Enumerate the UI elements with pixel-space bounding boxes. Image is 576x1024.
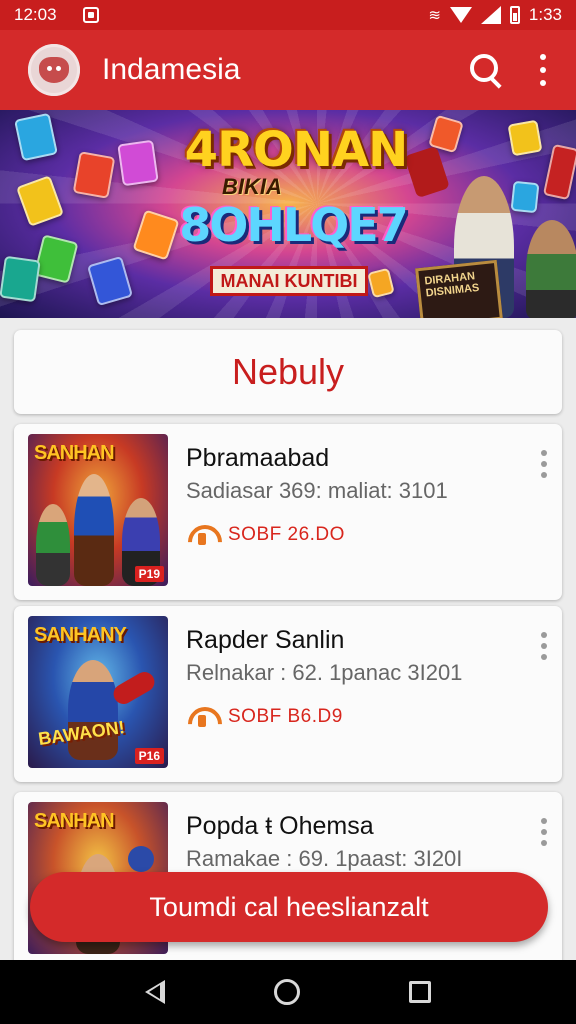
item-price-row: SOBF B6.D9 bbox=[188, 706, 343, 728]
thumbnail-character bbox=[68, 660, 118, 760]
recents-icon[interactable] bbox=[409, 981, 432, 1003]
section-title: Nebuly bbox=[231, 351, 345, 392]
item-title: Popda ŧ Ohemsa bbox=[186, 812, 374, 840]
battery-icon bbox=[509, 6, 520, 24]
section-header: Nebuly bbox=[14, 330, 562, 414]
item-meta: Ramakae : 69. 1paast: 3I20I bbox=[186, 846, 463, 871]
screen: 12:03 ≋ 1:33 Indamesia 4RONAN BIKIA 8OHL… bbox=[0, 0, 576, 1024]
item-more-icon[interactable] bbox=[540, 818, 548, 846]
home-icon[interactable] bbox=[273, 979, 300, 1005]
thumbnail-badge: P19 bbox=[134, 566, 164, 582]
status-left: 12:03 bbox=[14, 5, 99, 25]
banner-kicker: BIKIA bbox=[222, 174, 282, 199]
status-time-left: 12:03 bbox=[14, 5, 57, 24]
system-nav-bar bbox=[0, 960, 576, 1024]
thumbnail-character bbox=[128, 846, 154, 872]
item-price: SOBF B6.D9 bbox=[228, 706, 343, 727]
thumbnail-badge: P16 bbox=[134, 748, 164, 764]
banner-tile-decoration bbox=[117, 139, 159, 187]
item-more-icon[interactable] bbox=[540, 632, 548, 660]
item-price-row: SOBF 26.DO bbox=[188, 524, 345, 546]
banner-subtitle: 8OHLQE7 bbox=[179, 198, 408, 252]
cta-button[interactable]: Toumdi cal heeslianzalt bbox=[30, 872, 548, 942]
banner-tile-decoration bbox=[0, 255, 41, 303]
item-title: Pbramaabad bbox=[186, 444, 330, 472]
signal-icon bbox=[480, 6, 501, 24]
promo-banner[interactable]: 4RONAN BIKIA 8OHLQE7 MANAI KUNTIBI DIRAH… bbox=[0, 110, 576, 318]
thumbnail-character bbox=[36, 504, 70, 586]
thumbnail-title: SANHAN bbox=[34, 442, 115, 464]
banner-ribbon-label: MANAI KUNTIBI bbox=[220, 270, 358, 291]
item-meta: Relnakar : 62. 1panac 3I201 bbox=[186, 660, 463, 685]
banner-tile-decoration bbox=[510, 180, 540, 214]
search-icon[interactable] bbox=[468, 52, 504, 88]
item-more-icon[interactable] bbox=[540, 450, 548, 478]
banner-character-figure bbox=[526, 220, 576, 318]
status-right: ≋ 1:33 bbox=[428, 5, 562, 25]
banner-tile-decoration bbox=[72, 151, 116, 199]
list-item[interactable]: SANHANY BAWAON! P16 Rapder Sanlin Relnak… bbox=[14, 606, 562, 782]
vibrate-icon: ≋ bbox=[428, 7, 441, 24]
item-thumbnail: SANHAN P19 bbox=[28, 434, 168, 586]
thumbnail-title: SANHANY bbox=[34, 624, 127, 646]
mascot-logo-icon[interactable] bbox=[28, 44, 80, 96]
banner-sign: DIRAHAN DISNIMAS bbox=[415, 259, 503, 318]
thumbnail-character bbox=[74, 474, 114, 586]
status-bar: 12:03 ≋ 1:33 bbox=[0, 0, 576, 30]
app-bar: Indamesia bbox=[0, 30, 576, 110]
item-meta: Sadiasar 369: maliat: 3101 bbox=[186, 478, 448, 503]
list-item[interactable]: SANHAN P19 Pbramaabad Sadiasar 369: mali… bbox=[14, 424, 562, 600]
photo-icon bbox=[82, 7, 99, 23]
more-vert-icon[interactable] bbox=[538, 54, 548, 86]
item-price: SOBF 26.DO bbox=[228, 524, 345, 545]
price-tag-icon bbox=[188, 525, 218, 545]
banner-title: 4RONAN bbox=[184, 122, 409, 178]
status-time-right: 1:33 bbox=[528, 5, 562, 24]
item-thumbnail: SANHANY BAWAON! P16 bbox=[28, 616, 168, 768]
thumbnail-title: SANHAN bbox=[34, 810, 115, 832]
back-icon[interactable] bbox=[144, 980, 165, 1004]
banner-ribbon: MANAI KUNTIBI bbox=[210, 266, 368, 296]
app-title: Indamesia bbox=[102, 53, 241, 86]
wifi-icon bbox=[449, 7, 472, 23]
price-tag-icon bbox=[188, 707, 218, 727]
item-title: Rapder Sanlin bbox=[186, 626, 345, 654]
banner-tile-decoration bbox=[507, 119, 543, 157]
